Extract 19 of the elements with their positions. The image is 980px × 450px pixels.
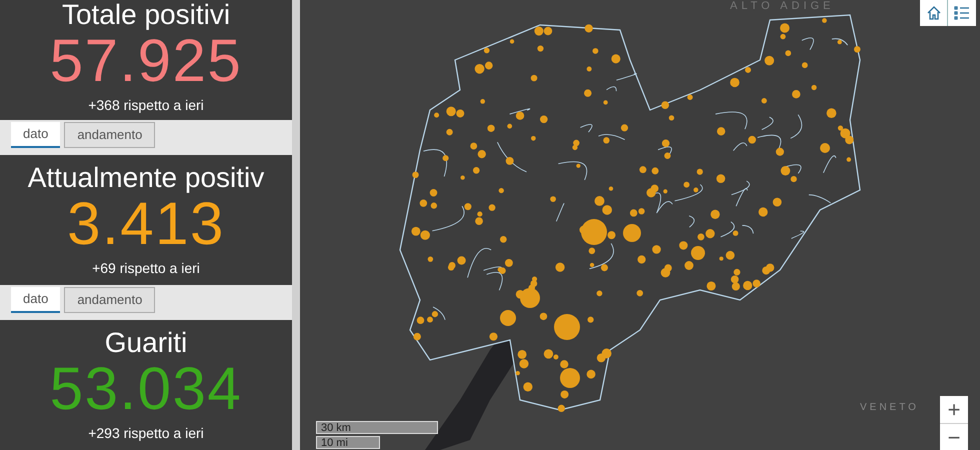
change-text: +293 rispetto a ieri [88,424,204,442]
stat-value: 53.034 [50,358,242,420]
scale-bar: 10 mi [316,436,380,449]
tab[interactable]: andamento [64,122,156,148]
region-label: VENETO [860,401,919,415]
card-title: Guariti [104,328,188,358]
change-text: +368 rispetto a ieri [88,96,204,114]
home-button[interactable] [920,0,948,26]
scale-bar: 30 km [316,421,438,434]
stat-value: 3.413 [67,192,225,255]
stat-value: 57.925 [50,30,242,92]
change-text: +69 rispetto a ieri [92,258,200,277]
legend-button[interactable] [948,0,976,26]
card-title: Attualmente positiv [28,162,264,193]
tab[interactable]: dato [11,122,60,148]
tab[interactable]: dato [11,287,60,313]
tab[interactable]: andamento [64,287,156,313]
card-title: Totale positivi [62,0,230,30]
list-icon [953,4,971,22]
